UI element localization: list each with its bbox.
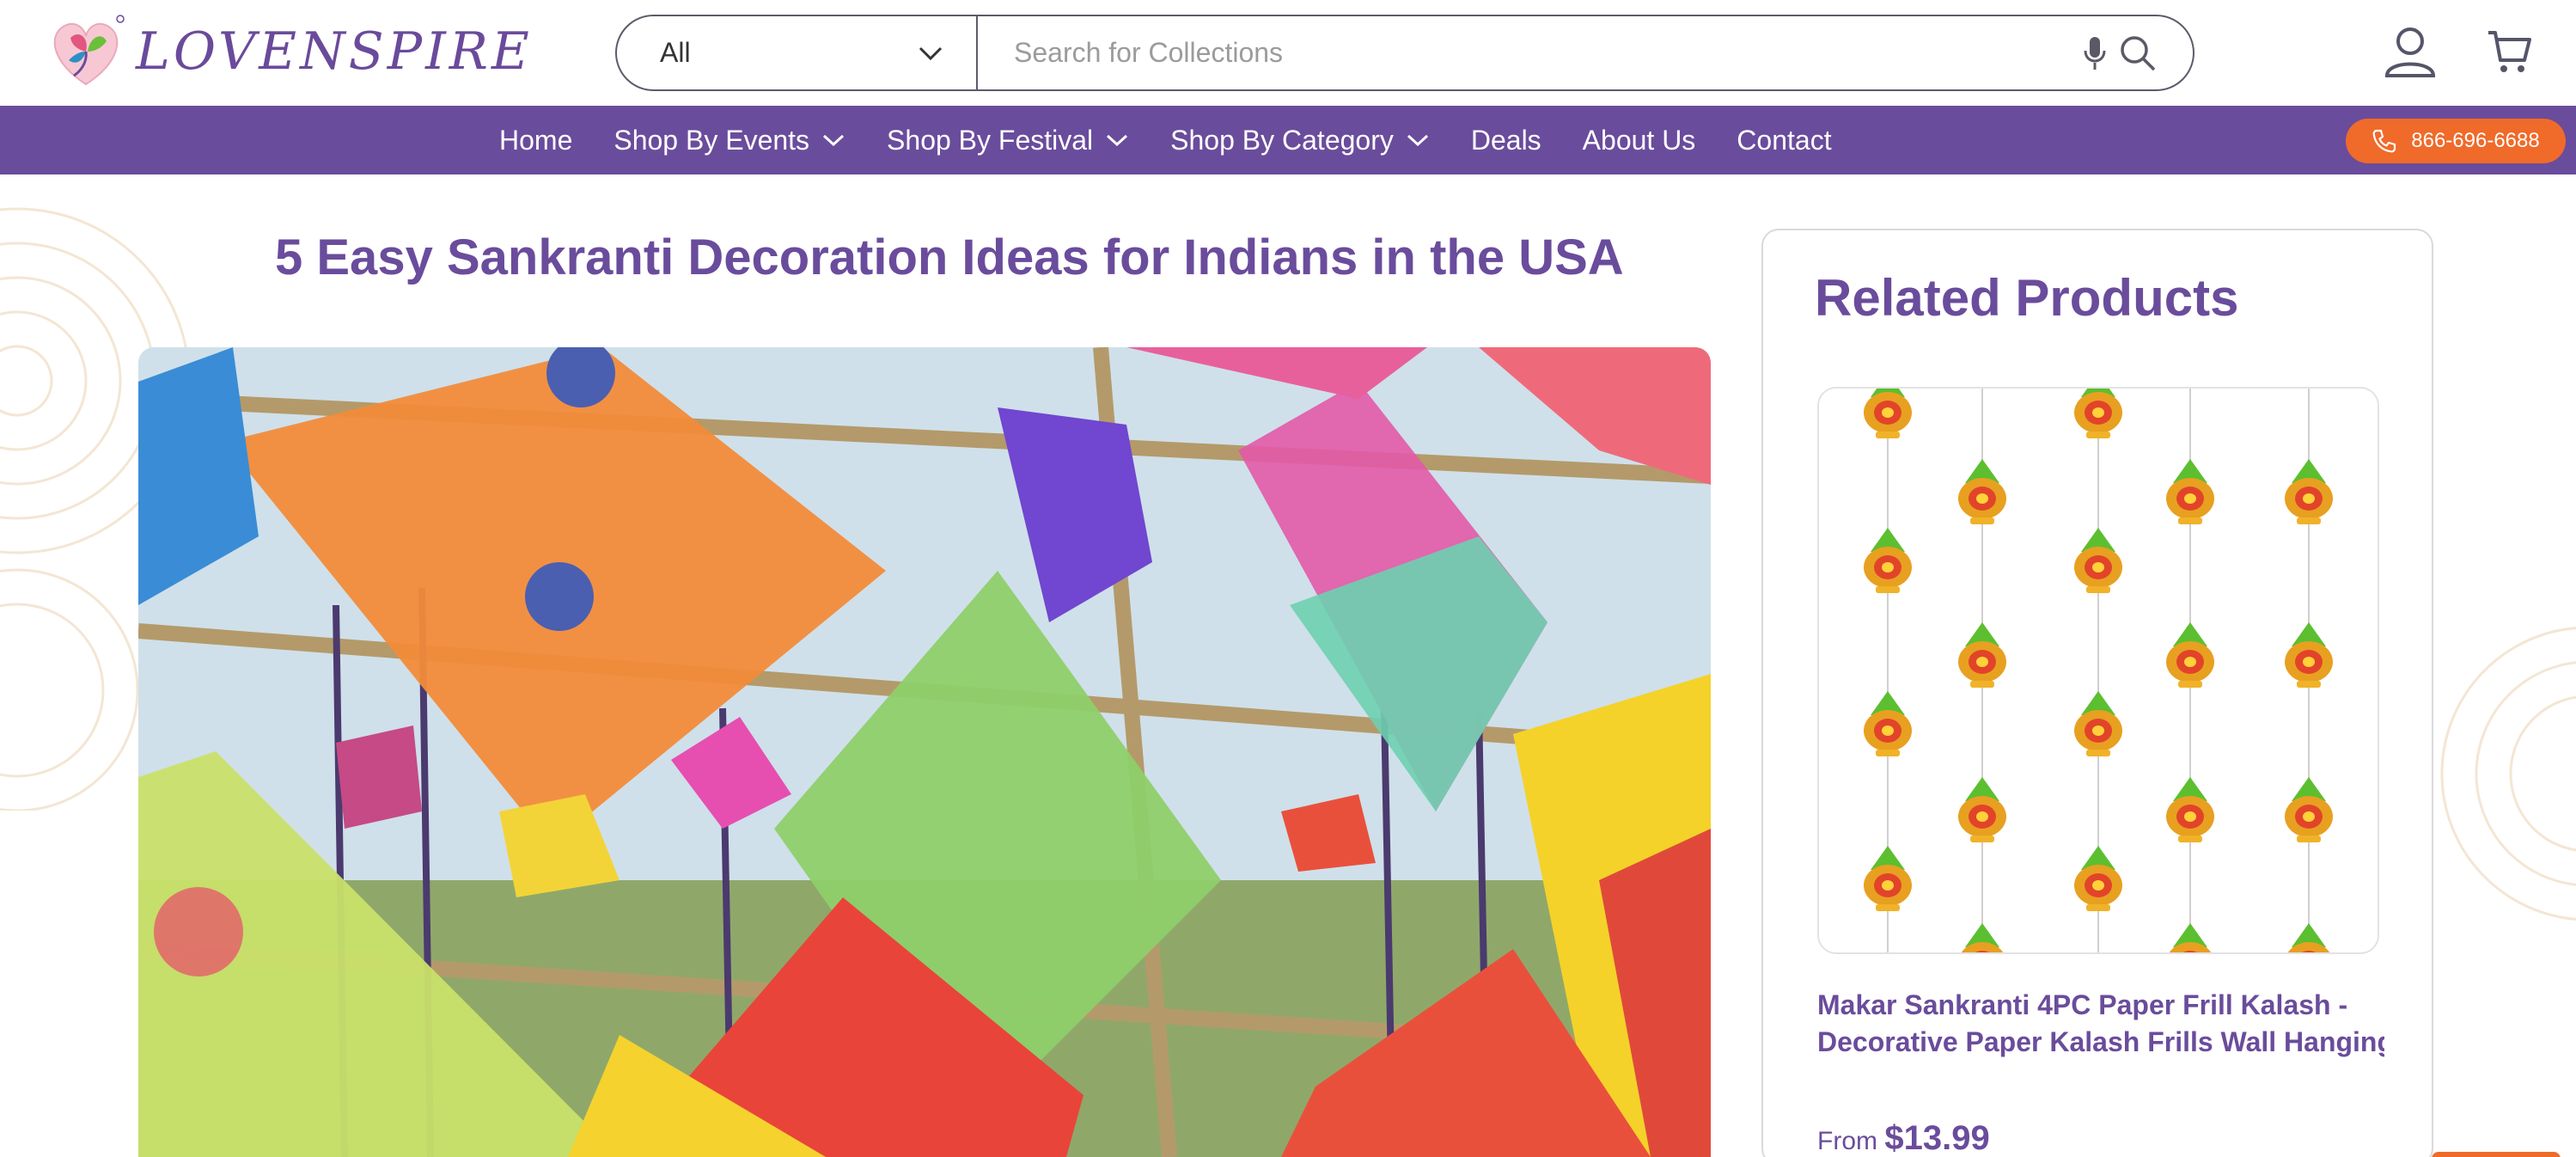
- page: LOVENSPIRE All Search for Collections Ho…: [0, 0, 2576, 1157]
- phone-icon: [2372, 129, 2396, 153]
- related-products-heading: Related Products: [1815, 269, 2239, 327]
- product-name-line: Decorative Paper Kalash Frills Wall Hang…: [1817, 1026, 2384, 1057]
- search-icon[interactable]: [2119, 34, 2157, 72]
- product-price: From $13.99: [1817, 1119, 1990, 1157]
- phone-call-button[interactable]: 866-696-6688: [2346, 119, 2566, 163]
- brand-logo[interactable]: LOVENSPIRE: [45, 12, 533, 91]
- nav-item-label: Shop By Festival: [887, 124, 1094, 156]
- kites-image: [138, 347, 1711, 1157]
- price-prefix: From: [1817, 1127, 1877, 1155]
- article-title: 5 Easy Sankranti Decoration Ideas for In…: [275, 230, 1624, 285]
- nav-item-home[interactable]: Home: [499, 125, 572, 156]
- nav-item-deals[interactable]: Deals: [1471, 125, 1541, 156]
- main-navigation: Home Shop By Events Shop By Festival Sho…: [0, 106, 2576, 174]
- related-products-panel: Related Products Makar Sankranti 4PC Pap…: [1761, 229, 2433, 1157]
- floating-action-button-edge[interactable]: [2432, 1152, 2561, 1157]
- article-hero-image: [138, 347, 1711, 1157]
- butterfly-heart-logo-icon: [53, 15, 125, 86]
- nav-item-shop-by-festival[interactable]: Shop By Festival: [887, 125, 1129, 156]
- chevron-down-icon: [823, 134, 845, 147]
- product-image[interactable]: [1817, 387, 2379, 954]
- price-value: $13.99: [1884, 1119, 1990, 1157]
- search-bar: All: [615, 15, 2194, 91]
- nav-item-label: About Us: [1582, 124, 1696, 156]
- search-category-value: All: [660, 37, 691, 68]
- nav-item-shop-by-events[interactable]: Shop By Events: [613, 125, 845, 156]
- nav-item-about-us[interactable]: About Us: [1583, 125, 1696, 156]
- cart-icon[interactable]: [2487, 29, 2531, 76]
- product-name-link[interactable]: Makar Sankranti 4PC Paper Frill Kalash -…: [1817, 987, 2384, 1061]
- chevron-down-icon: [1107, 134, 1128, 147]
- brand-name: LOVENSPIRE: [136, 21, 533, 82]
- phone-number: 866-696-6688: [2411, 129, 2540, 152]
- search-category-select[interactable]: All: [617, 16, 978, 89]
- chevron-down-icon: [1407, 134, 1428, 147]
- chevron-down-icon: [919, 46, 943, 60]
- microphone-icon[interactable]: [2083, 35, 2107, 71]
- nav-item-label: Deals: [1470, 124, 1541, 156]
- nav-item-label: Shop By Events: [613, 124, 810, 156]
- nav-item-label: Contact: [1737, 124, 1832, 156]
- search-input[interactable]: [978, 16, 2083, 89]
- kalash-frill-image: [1819, 389, 2378, 952]
- nav-item-label: Shop By Category: [1170, 124, 1394, 156]
- nav-item-contact[interactable]: Contact: [1737, 125, 1831, 156]
- site-header: LOVENSPIRE All: [0, 0, 2576, 106]
- nav-item-label: Home: [499, 124, 573, 156]
- user-icon[interactable]: [2384, 26, 2437, 79]
- nav-item-shop-by-category[interactable]: Shop By Category: [1170, 125, 1430, 156]
- product-name-line: Makar Sankranti 4PC Paper Frill Kalash -: [1817, 989, 2348, 1020]
- mandala-background-decoration-right: [2440, 627, 2576, 921]
